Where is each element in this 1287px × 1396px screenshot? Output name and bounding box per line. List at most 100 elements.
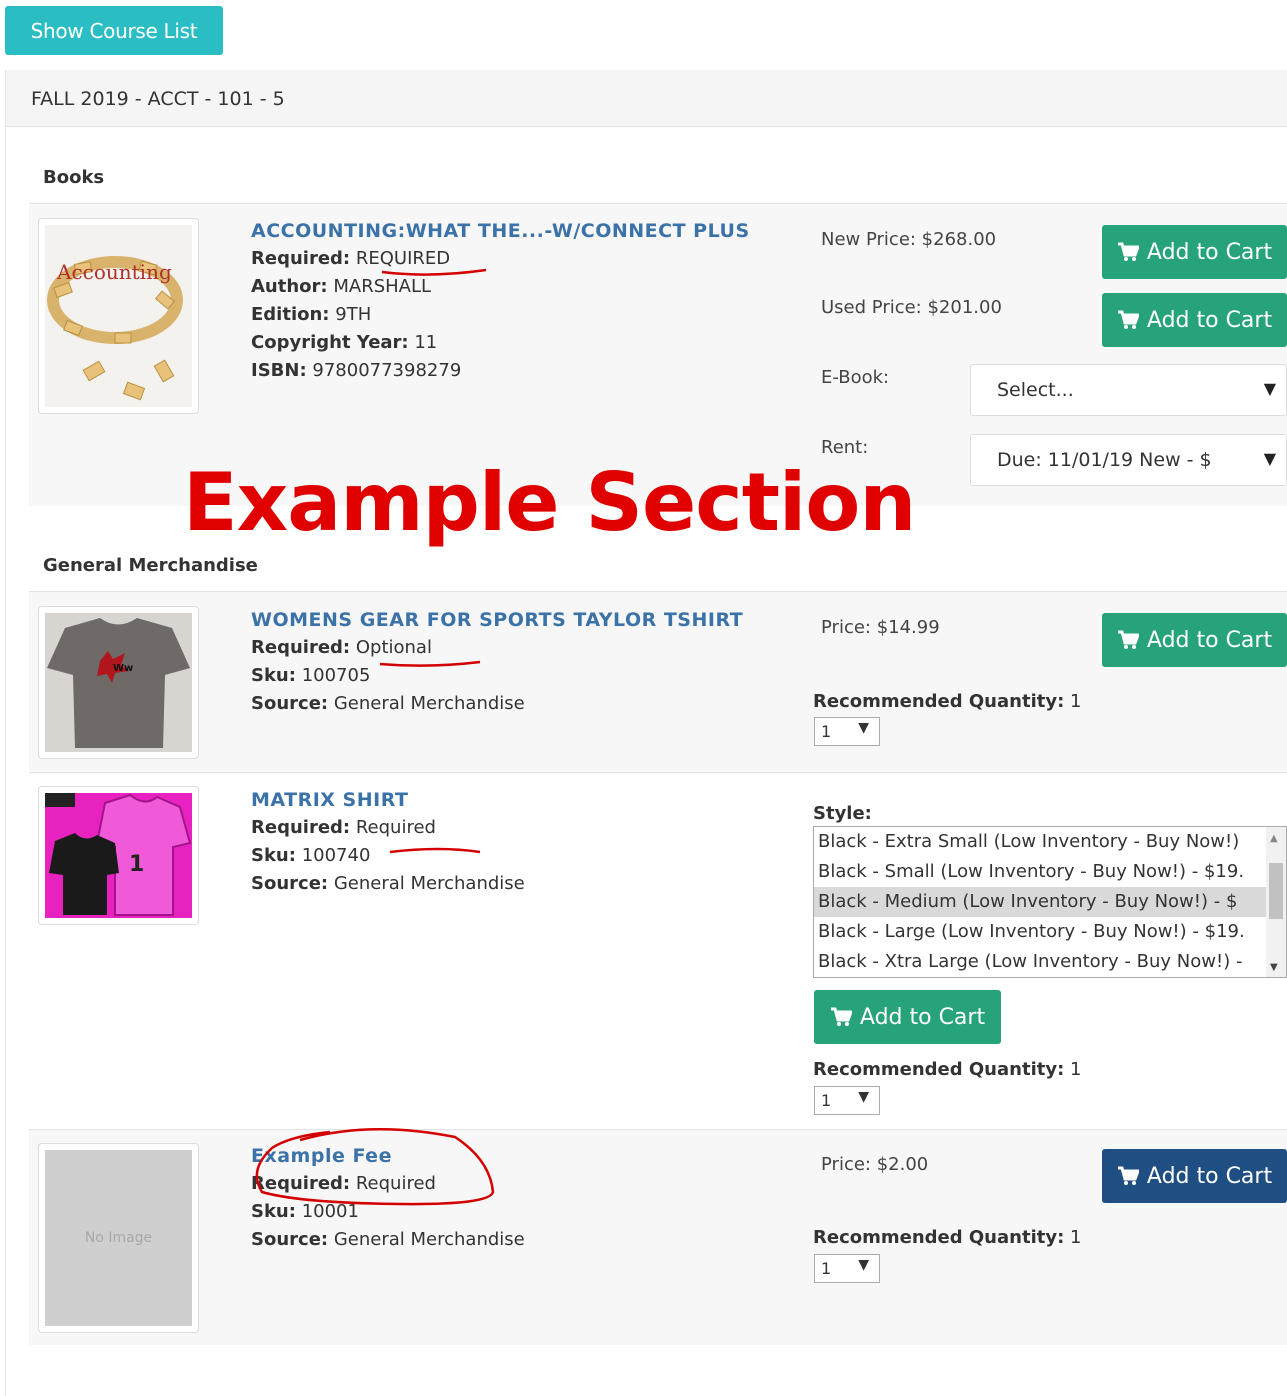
fee-quantity-select[interactable]: 1 ▼ [814, 1254, 880, 1283]
sku-label: Sku: [251, 845, 296, 866]
source-label: Source: [251, 693, 329, 714]
svg-text:Ww: Ww [113, 663, 133, 674]
quantity-value: 1 [821, 1259, 832, 1278]
chevron-down-icon: ▼ [858, 1257, 869, 1273]
fee-thumbnail[interactable]: No Image [38, 1143, 199, 1333]
tshirt-recommended-qty: Recommended Quantity: 1 [813, 691, 1082, 712]
required-value: Required [355, 1173, 436, 1194]
fee-recommended-qty: Recommended Quantity: 1 [813, 1227, 1082, 1248]
add-to-cart-tshirt-button[interactable]: Add to Cart [1102, 613, 1287, 667]
add-to-cart-label: Add to Cart [1146, 1163, 1273, 1189]
book-thumbnail[interactable]: Accounting [38, 218, 199, 414]
isbn-label: ISBN: [251, 360, 307, 381]
tshirt-title-link[interactable]: WOMENS GEAR FOR SPORTS TAYLOR TSHIRT [251, 606, 743, 634]
sku-value: 100705 [301, 665, 371, 686]
rent-label: Rent: [821, 437, 869, 458]
no-image-text: No Image [84, 1230, 153, 1246]
course-panel-header: FALL 2019 - ACCT - 101 - 5 [6, 70, 1287, 127]
copyright-label: Copyright Year: [251, 332, 409, 353]
style-option[interactable]: Black - Small (Low Inventory - Buy Now!)… [814, 857, 1266, 887]
matrix-title-link[interactable]: MATRIX SHIRT [251, 786, 525, 814]
required-label: Required: [251, 637, 351, 658]
matrix-quantity-select[interactable]: 1 ▼ [814, 1086, 880, 1115]
no-image-placeholder: No Image [45, 1150, 192, 1326]
required-value: REQUIRED [355, 248, 451, 269]
style-label: Style: [813, 803, 872, 824]
add-to-cart-matrix-button[interactable]: Add to Cart [814, 990, 1001, 1044]
rent-select-value: Due: 11/01/19 New - $ [997, 449, 1212, 471]
book-title-link[interactable]: ACCOUNTING:WHAT THE...-W/CONNECT PLUS [251, 217, 750, 245]
add-to-cart-label: Add to Cart [1146, 627, 1273, 653]
sku-value: 10001 [301, 1201, 359, 1222]
cart-icon [1117, 1166, 1139, 1185]
edition-value: 9TH [335, 304, 372, 325]
scroll-up-icon[interactable]: ▲ [1270, 833, 1278, 844]
tshirt-price: Price: $14.99 [821, 617, 940, 638]
sku-value: 100740 [301, 845, 371, 866]
book-cover-image: Accounting [45, 225, 192, 407]
source-label: Source: [251, 873, 329, 894]
add-to-cart-label: Add to Cart [1146, 239, 1273, 265]
add-to-cart-label: Add to Cart [859, 1004, 986, 1030]
quantity-value: 1 [821, 722, 832, 741]
listbox-scrollbar[interactable]: ▲ ▼ [1266, 827, 1286, 977]
cart-icon [830, 1007, 852, 1026]
matrix-info: MATRIX SHIRT Required: Required Sku: 100… [251, 786, 525, 898]
copyright-value: 11 [414, 332, 438, 353]
fee-row [29, 1129, 1287, 1345]
rent-select[interactable]: Due: 11/01/19 New - $ ▼ [970, 434, 1287, 486]
matrix-thumbnail[interactable]: 1 [38, 786, 199, 925]
cart-icon [1117, 310, 1139, 329]
style-option-selected[interactable]: Black - Medium (Low Inventory - Buy Now!… [814, 887, 1266, 917]
add-to-cart-label: Add to Cart [1146, 307, 1273, 333]
source-value: General Merchandise [333, 693, 525, 714]
author-value: MARSHALL [333, 276, 432, 297]
used-price: Used Price: $201.00 [821, 297, 1002, 318]
isbn-value: 9780077398279 [312, 360, 462, 381]
tshirt-thumbnail[interactable]: Ww [38, 606, 199, 759]
tshirt-info: WOMENS GEAR FOR SPORTS TAYLOR TSHIRT Req… [251, 606, 743, 718]
source-value: General Merchandise [333, 1229, 525, 1250]
show-course-list-button[interactable]: Show Course List [5, 6, 223, 55]
fee-price: Price: $2.00 [821, 1154, 929, 1175]
style-option[interactable]: Black - Extra Small (Low Inventory - Buy… [814, 827, 1266, 857]
svg-text:1: 1 [129, 852, 144, 877]
add-to-cart-fee-button[interactable]: Add to Cart [1102, 1149, 1287, 1203]
books-section-label: Books [43, 167, 105, 188]
scrollbar-thumb[interactable] [1269, 863, 1283, 919]
fee-title-link[interactable]: Example Fee [251, 1142, 525, 1170]
tshirt-image: Ww [45, 613, 192, 752]
quantity-value: 1 [821, 1091, 832, 1110]
example-section-annotation: Example Section [183, 456, 916, 549]
ebook-select-value: Select... [997, 379, 1074, 401]
chevron-down-icon: ▼ [858, 720, 869, 736]
tshirt-quantity-select[interactable]: 1 ▼ [814, 717, 880, 746]
required-label: Required: [251, 1173, 351, 1194]
required-value: Required [355, 817, 436, 838]
svg-text:Accounting: Accounting [56, 260, 172, 284]
required-label: Required: [251, 248, 351, 269]
required-label: Required: [251, 817, 351, 838]
add-to-cart-new-button[interactable]: Add to Cart [1102, 225, 1287, 279]
add-to-cart-used-button[interactable]: Add to Cart [1102, 293, 1287, 347]
source-value: General Merchandise [333, 873, 525, 894]
style-option[interactable]: Black - Xtra Large (Low Inventory - Buy … [814, 947, 1266, 977]
chevron-down-icon: ▼ [1263, 379, 1276, 398]
chevron-down-icon: ▼ [858, 1089, 869, 1105]
cart-icon [1117, 630, 1139, 649]
ebook-label: E-Book: [821, 367, 890, 388]
style-option[interactable]: Black - Large (Low Inventory - Buy Now!)… [814, 917, 1266, 947]
scroll-down-icon[interactable]: ▼ [1270, 962, 1278, 973]
author-label: Author: [251, 276, 328, 297]
matrix-shirt-image: 1 [45, 793, 192, 918]
fee-info: Example Fee Required: Required Sku: 1000… [251, 1142, 525, 1254]
style-listbox[interactable]: Black - Extra Small (Low Inventory - Buy… [813, 826, 1287, 978]
chevron-down-icon: ▼ [1259, 449, 1276, 468]
course-title: FALL 2019 - ACCT - 101 - 5 [31, 88, 285, 110]
sku-label: Sku: [251, 1201, 296, 1222]
ebook-select[interactable]: Select... ▼ [970, 364, 1287, 416]
edition-label: Edition: [251, 304, 330, 325]
book-info: ACCOUNTING:WHAT THE...-W/CONNECT PLUS Re… [251, 217, 750, 385]
required-value: Optional [355, 637, 432, 658]
sku-label: Sku: [251, 665, 296, 686]
